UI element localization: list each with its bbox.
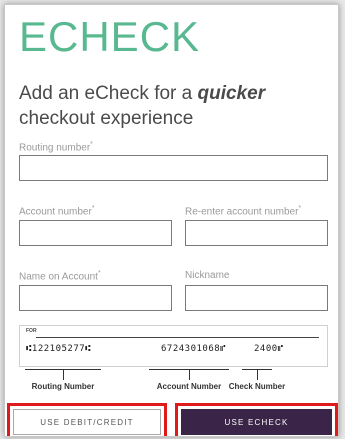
routing-number-input[interactable] xyxy=(19,155,328,181)
routing-number-caption: Routing Number xyxy=(31,382,95,391)
routing-bracket xyxy=(25,369,101,380)
check-diagram: FOR ⑆122105277⑆ 6724301068⑈ 2400⑈ xyxy=(19,325,328,367)
account-number-input[interactable] xyxy=(19,220,172,246)
check-number-caption: Check Number xyxy=(228,382,286,391)
reenter-account-number-label: Re-enter account number* xyxy=(185,205,302,218)
reenter-account-number-input[interactable] xyxy=(185,220,328,246)
nickname-input[interactable] xyxy=(185,285,328,311)
check-bracket xyxy=(242,369,272,380)
nickname-label: Nickname xyxy=(185,270,230,281)
check-for-label: FOR xyxy=(26,328,37,334)
subtitle-suffix: checkout experience xyxy=(19,108,194,129)
routing-number-label: Routing number* xyxy=(19,141,93,154)
check-micr-text: 2400⑈ xyxy=(254,344,284,354)
name-on-account-label: Name on Account* xyxy=(19,270,101,283)
account-number-label: Account number* xyxy=(19,205,95,218)
debit-credit-highlight: USE DEBIT/CREDIT xyxy=(7,403,167,436)
subtitle-emphasis: quicker xyxy=(197,83,266,104)
use-debit-credit-button[interactable]: USE DEBIT/CREDIT xyxy=(13,409,161,435)
use-echeck-button[interactable]: USE ECHECK xyxy=(181,409,332,435)
subtitle-prefix: Add an eCheck for a xyxy=(19,83,198,104)
page-title: ECHECK xyxy=(19,13,201,60)
check-memo-line xyxy=(36,337,319,338)
account-bracket xyxy=(149,369,229,380)
account-micr-text: 6724301068⑈ xyxy=(161,344,227,354)
echeck-highlight: USE ECHECK xyxy=(175,403,338,436)
routing-micr-text: ⑆122105277⑆ xyxy=(26,344,92,354)
page-subtitle: Add an eCheck for a quicker checkout exp… xyxy=(19,81,319,131)
name-on-account-input[interactable] xyxy=(19,285,172,311)
echeck-card: ECHECK Add an eCheck for a quicker check… xyxy=(4,4,339,437)
